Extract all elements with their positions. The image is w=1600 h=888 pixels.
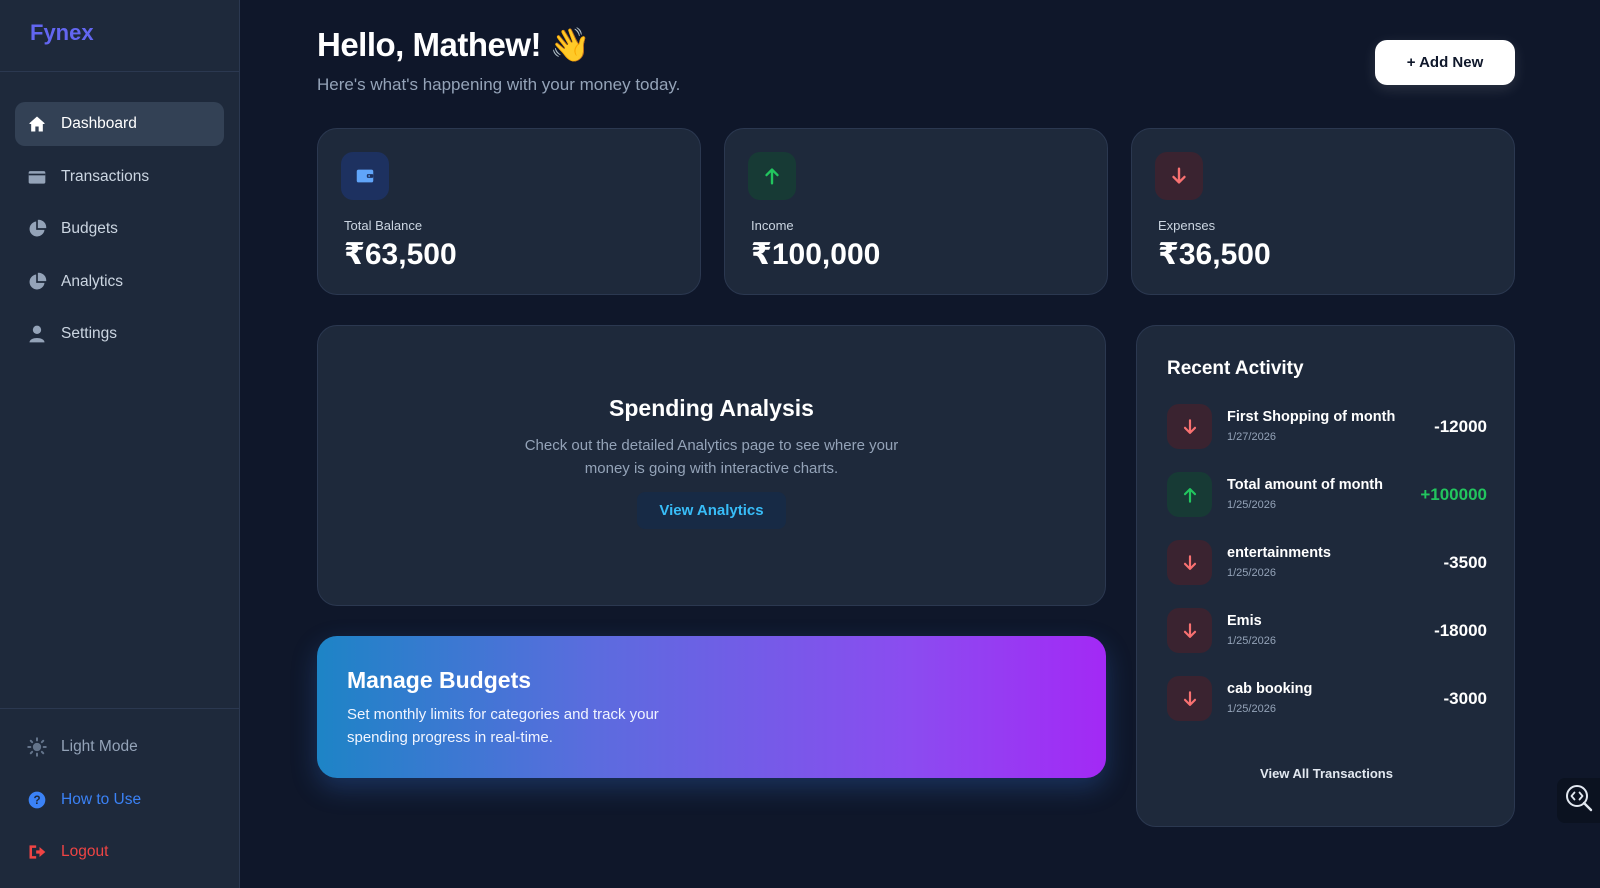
- activity-date: 1/25/2026: [1227, 567, 1276, 579]
- stat-value: ₹63,500: [344, 238, 457, 271]
- inspector-button[interactable]: [1557, 778, 1600, 823]
- page-subtitle: Here's what's happening with your money …: [317, 75, 681, 94]
- view-all-transactions-link[interactable]: View All Transactions: [1137, 766, 1516, 781]
- manage-budgets-card[interactable]: Manage Budgets Set monthly limits for ca…: [317, 636, 1106, 778]
- logout-button[interactable]: Logout: [15, 830, 225, 874]
- pie-chart-icon: [27, 272, 47, 292]
- home-icon: [27, 114, 47, 134]
- activity-name: cab booking: [1227, 681, 1313, 697]
- logout-label: Logout: [61, 843, 109, 860]
- sidebar-item-label: Dashboard: [61, 115, 137, 132]
- activity-amount: -3000: [1443, 689, 1487, 708]
- activity-amount: -12000: [1434, 417, 1487, 436]
- stat-label: Income: [751, 218, 794, 233]
- sidebar-item-settings[interactable]: Settings: [15, 312, 224, 356]
- arrow-up-icon: [1167, 472, 1212, 517]
- activity-amount: -18000: [1434, 621, 1487, 640]
- activity-name: entertainments: [1227, 545, 1331, 561]
- activity-item[interactable]: entertainments 1/25/2026 -3500: [1167, 540, 1487, 586]
- arrow-down-icon: [1167, 404, 1212, 449]
- activity-date: 1/25/2026: [1227, 499, 1276, 511]
- income-card: Income ₹100,000: [724, 128, 1108, 295]
- recent-activity-card: Recent Activity First Shopping of month …: [1136, 325, 1515, 827]
- activity-amount: +100000: [1420, 485, 1487, 504]
- arrow-down-icon: [1167, 676, 1212, 721]
- view-analytics-button[interactable]: View Analytics: [637, 492, 786, 529]
- sidebar-item-budgets[interactable]: Budgets: [15, 207, 224, 251]
- sidebar-item-dashboard[interactable]: Dashboard: [15, 102, 224, 146]
- light-mode-toggle[interactable]: Light Mode: [15, 725, 225, 769]
- sidebar-item-label: Settings: [61, 325, 118, 342]
- stat-label: Total Balance: [344, 218, 423, 233]
- arrow-down-icon: [1167, 540, 1212, 585]
- sidebar-item-label: Analytics: [61, 272, 124, 290]
- spending-analysis-title: Spending Analysis: [609, 395, 814, 421]
- activity-date: 1/25/2026: [1227, 703, 1276, 715]
- how-to-use-label: How to Use: [61, 790, 142, 808]
- arrow-down-icon: [1155, 152, 1203, 200]
- sidebar-item-label: Budgets: [61, 220, 118, 237]
- expenses-card: Expenses ₹36,500: [1131, 128, 1515, 295]
- activity-item[interactable]: cab booking 1/25/2026 -3000: [1167, 676, 1487, 722]
- code-search-icon: [1564, 783, 1594, 818]
- spending-analysis-card: Spending Analysis Check out the detailed…: [317, 325, 1106, 606]
- activity-amount: -3500: [1443, 553, 1487, 572]
- stat-value: ₹100,000: [751, 238, 881, 271]
- activity-name: Total amount of month: [1227, 477, 1383, 493]
- sidebar-nav: Dashboard Transactions Budgets Analytics…: [0, 72, 239, 356]
- stat-value: ₹36,500: [1158, 238, 1271, 271]
- spending-analysis-description: Check out the detailed Analytics page to…: [524, 437, 899, 477]
- sidebar-item-label: Transactions: [61, 167, 150, 185]
- wallet-icon: [341, 152, 389, 200]
- sun-icon: [27, 737, 47, 757]
- page-title: Hello, Mathew! 👋: [317, 26, 591, 63]
- activity-name: Emis: [1227, 613, 1262, 629]
- main-content: Hello, Mathew! 👋 Here's what's happening…: [240, 0, 1600, 888]
- total-balance-card: Total Balance ₹63,500: [317, 128, 701, 295]
- how-to-use-link[interactable]: ? How to Use: [15, 778, 225, 822]
- activity-date: 1/25/2026: [1227, 635, 1276, 647]
- activity-item[interactable]: First Shopping of month 1/27/2026 -12000: [1167, 404, 1487, 450]
- activity-name: First Shopping of month: [1227, 409, 1396, 425]
- sidebar-item-analytics[interactable]: Analytics: [15, 260, 224, 304]
- add-new-button[interactable]: + Add New: [1375, 40, 1515, 85]
- user-icon: [27, 324, 47, 344]
- manage-budgets-title: Manage Budgets: [347, 667, 532, 693]
- recent-activity-title: Recent Activity: [1167, 358, 1304, 379]
- wallet-icon: [27, 167, 47, 187]
- stat-label: Expenses: [1158, 218, 1216, 233]
- arrow-down-icon: [1167, 608, 1212, 653]
- light-mode-label: Light Mode: [61, 738, 138, 755]
- sidebar-item-transactions[interactable]: Transactions: [15, 155, 224, 199]
- activity-item[interactable]: Total amount of month 1/25/2026 +100000: [1167, 472, 1487, 518]
- manage-budgets-description: Set monthly limits for categories and tr…: [347, 706, 659, 746]
- svg-text:?: ?: [33, 794, 40, 807]
- pie-chart-icon: [27, 219, 47, 239]
- help-icon: ?: [27, 790, 47, 810]
- sidebar: Fynex Dashboard Transactions Budgets Ana…: [0, 0, 240, 888]
- activity-date: 1/27/2026: [1227, 431, 1276, 443]
- brand-logo[interactable]: Fynex: [0, 0, 239, 72]
- logout-icon: [27, 842, 47, 862]
- sidebar-footer: Light Mode ? How to Use Logout: [0, 708, 240, 888]
- activity-item[interactable]: Emis 1/25/2026 -18000: [1167, 608, 1487, 654]
- arrow-up-icon: [748, 152, 796, 200]
